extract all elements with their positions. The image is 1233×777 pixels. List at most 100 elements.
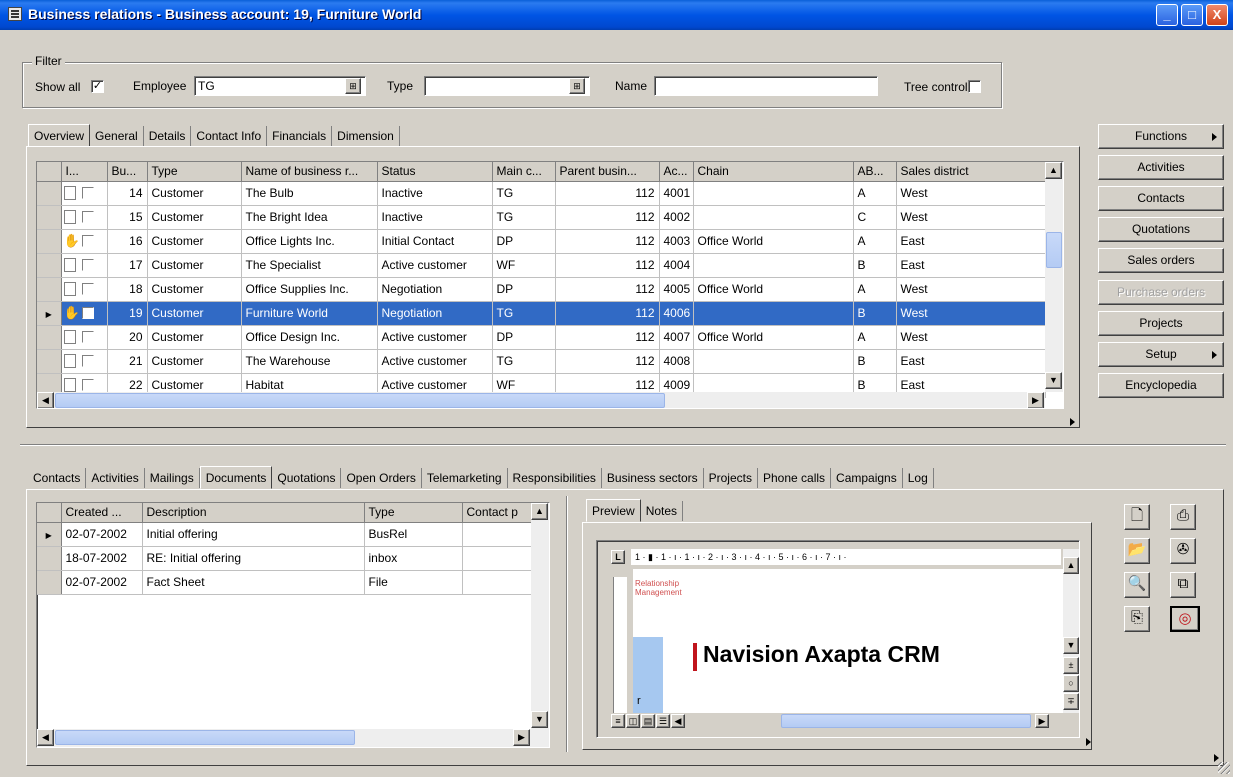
tab-open-orders[interactable]: Open Orders	[341, 468, 422, 488]
minimize-button[interactable]: _	[1156, 4, 1178, 26]
previous-page-icon[interactable]: ±	[1063, 657, 1079, 674]
preview-scroll-left-arrow[interactable]: ◀	[671, 714, 685, 728]
bottom-expand-arrow-icon[interactable]	[1214, 754, 1219, 762]
maximize-button[interactable]: □	[1181, 4, 1203, 26]
scan-document-icon[interactable]: ✇	[1170, 538, 1196, 564]
vertical-ruler[interactable]	[613, 577, 627, 713]
copy-document-icon[interactable]: ⎘	[1124, 606, 1150, 632]
row-checkbox[interactable]	[81, 379, 94, 392]
row-checkbox[interactable]	[81, 259, 94, 272]
doc-row-selector[interactable]: ▶	[37, 522, 62, 547]
grid-header-chain[interactable]: Chain	[693, 162, 854, 182]
new-document-icon[interactable]: 🗋	[1124, 504, 1150, 530]
preview-scroll-up-arrow[interactable]: ▲	[1063, 557, 1079, 574]
web-view-icon[interactable]: ◫	[626, 714, 640, 728]
scroll-down-arrow[interactable]: ▼	[1045, 372, 1062, 389]
doc-vertical-scrollbar[interactable]: ▲ ▼	[531, 503, 549, 729]
tree-control-checkbox[interactable]	[968, 80, 981, 93]
row-checkbox[interactable]	[81, 211, 94, 224]
tab-telemarketing[interactable]: Telemarketing	[422, 468, 508, 488]
name-field[interactable]	[654, 76, 878, 96]
row-selector[interactable]	[37, 325, 62, 350]
grid-row[interactable]: 21 Customer The Warehouse Active customer TG…	[37, 349, 1046, 374]
target-icon[interactable]: ◎	[1170, 606, 1200, 632]
copy-to-icon[interactable]: ⧉	[1170, 572, 1196, 598]
tab-responsibilities[interactable]: Responsibilities	[508, 468, 602, 488]
preview-scroll-right-arrow[interactable]: ▶	[1035, 714, 1049, 728]
preview-scroll-down-arrow[interactable]: ▼	[1063, 637, 1079, 654]
row-checkbox[interactable]	[81, 187, 94, 200]
tab-mailings[interactable]: Mailings	[145, 468, 200, 488]
tab-business-sectors[interactable]: Business sectors	[602, 468, 704, 488]
grid-header-status[interactable]: Status	[377, 162, 493, 182]
grid-row[interactable]: 20 Customer Office Design Inc. Active custo…	[37, 325, 1046, 350]
encyclopedia-button[interactable]: Encyclopedia	[1098, 373, 1224, 398]
scroll-left-arrow[interactable]: ◀	[37, 392, 54, 408]
row-selector[interactable]	[37, 205, 62, 230]
employee-field[interactable]	[194, 76, 366, 96]
row-checkbox[interactable]	[81, 307, 94, 320]
row-checkbox[interactable]	[81, 331, 94, 344]
grid-header-type[interactable]: Type	[147, 162, 242, 182]
document-row[interactable]: 18-07-2002 RE: Initial offering inbox	[37, 546, 532, 571]
activities-button[interactable]: Activities	[1098, 155, 1224, 180]
purchase-orders-button[interactable]: Purchase orders	[1098, 280, 1224, 305]
document-preview[interactable]: L 1 · ▮ · 1 · ı · 1 · ı · 2 · ı · 3 · ı …	[596, 540, 1080, 738]
preview-hscroll-thumb[interactable]	[781, 714, 1031, 728]
row-checkbox[interactable]	[81, 283, 94, 296]
doc-header-created[interactable]: Created ...	[61, 503, 143, 523]
row-selector[interactable]	[37, 277, 62, 302]
projects-button[interactable]: Projects	[1098, 311, 1224, 336]
tab-details[interactable]: Details	[144, 126, 192, 146]
doc-header-contact[interactable]: Contact p	[462, 503, 532, 523]
grid-header-ab[interactable]: AB...	[853, 162, 897, 182]
doc-preview-divider[interactable]	[566, 496, 568, 752]
preview-expand-arrow-icon[interactable]	[1086, 738, 1091, 746]
row-selector[interactable]	[37, 181, 62, 206]
document-row[interactable]: 02-07-2002 Fact Sheet File	[37, 570, 532, 595]
tab-general[interactable]: General	[90, 126, 144, 146]
doc-header-type[interactable]: Type	[364, 503, 463, 523]
doc-header-description[interactable]: Description	[142, 503, 365, 523]
tab-contacts[interactable]: Contacts	[28, 468, 87, 488]
grid-vertical-scrollbar[interactable]: ▲ ▼	[1045, 162, 1063, 392]
row-checkbox[interactable]	[81, 355, 94, 368]
grid-header-sales-district[interactable]: Sales district	[896, 162, 1046, 182]
resize-grip[interactable]	[1218, 762, 1230, 774]
tab-quotations[interactable]: Quotations	[272, 468, 342, 488]
doc-hscroll-thumb[interactable]	[55, 730, 355, 745]
document-row[interactable]: ▶ 02-07-2002 Initial offering BusRel	[37, 522, 532, 547]
hscroll-thumb[interactable]	[55, 393, 665, 408]
scroll-thumb[interactable]	[1046, 232, 1062, 268]
tab-activities[interactable]: Activities	[86, 468, 145, 488]
row-selector[interactable]	[37, 253, 62, 278]
tab-stop-icon[interactable]: L	[611, 550, 625, 564]
contacts-button[interactable]: Contacts	[1098, 186, 1224, 211]
expand-arrow-icon[interactable]	[1070, 418, 1075, 426]
grid-row[interactable]: 14 Customer The Bulb Inactive TG 112 4001 A West	[37, 181, 1046, 206]
window-title-bar[interactable]: Business relations - Business account: 1…	[0, 0, 1233, 30]
tab-notes[interactable]: Notes	[641, 501, 684, 521]
open-folder-icon[interactable]: 📂	[1124, 538, 1150, 564]
doc-row-selector[interactable]	[37, 546, 62, 571]
next-page-icon[interactable]: ∓	[1063, 693, 1079, 710]
scroll-up-arrow[interactable]: ▲	[1045, 162, 1062, 179]
tab-overview[interactable]: Overview	[28, 124, 91, 147]
grid-header-i[interactable]: I...	[61, 162, 108, 182]
doc-horizontal-scrollbar[interactable]: ◀ ▶	[37, 729, 549, 747]
sales-orders-button[interactable]: Sales orders	[1098, 248, 1224, 273]
grid-header-main-contact[interactable]: Main c...	[492, 162, 556, 182]
tab-financials[interactable]: Financials	[267, 126, 333, 146]
row-selector[interactable]: ▶	[37, 301, 62, 326]
close-button[interactable]: X	[1206, 4, 1228, 26]
doc-scroll-up-arrow[interactable]: ▲	[531, 503, 548, 520]
tab-contact-info[interactable]: Contact Info	[191, 126, 268, 146]
doc-scroll-down-arrow[interactable]: ▼	[531, 711, 548, 728]
grid-row[interactable]: ✋ 16 Customer Office Lights Inc. Initial Con…	[37, 229, 1046, 254]
row-selector[interactable]	[37, 229, 62, 254]
grid-row[interactable]: 18 Customer Office Supplies Inc. Negotiatio…	[37, 277, 1046, 302]
preview-vertical-scrollbar[interactable]: ▲ ▼ ± ○ ∓	[1063, 549, 1079, 713]
grid-row[interactable]: 17 Customer The Specialist Active customer W…	[37, 253, 1046, 278]
tab-projects[interactable]: Projects	[704, 468, 758, 488]
tab-log[interactable]: Log	[903, 468, 934, 488]
